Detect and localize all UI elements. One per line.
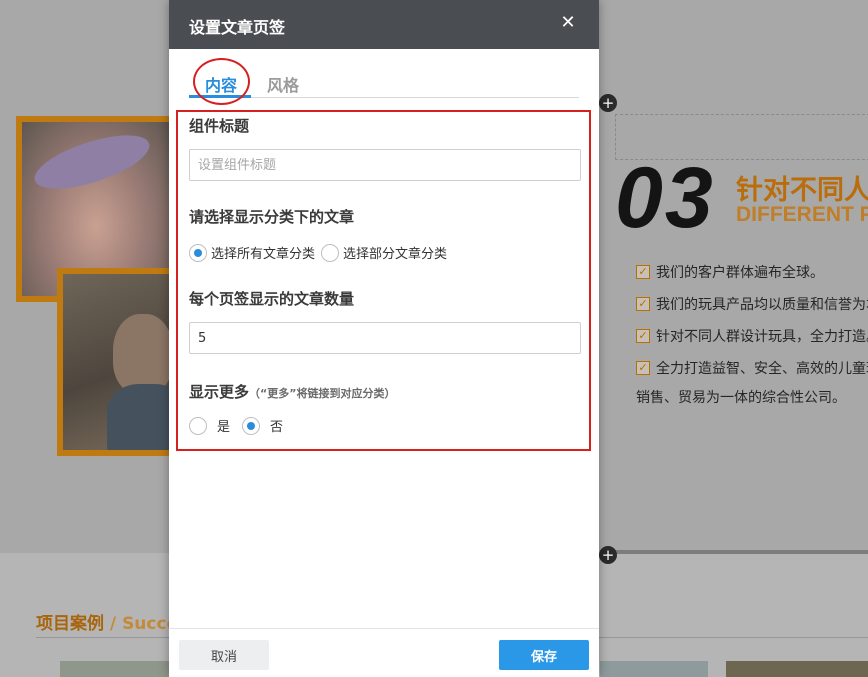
- dialog-header: 设置文章页签 ✕: [169, 0, 599, 49]
- child-photo: [57, 268, 183, 456]
- case-thumbnail[interactable]: [60, 661, 170, 677]
- show-more-radio-group: 是 否: [189, 416, 289, 435]
- dialog-title: 设置文章页签: [189, 18, 286, 37]
- dialog-tabs: 内容 风格: [189, 66, 579, 98]
- section-subhead: DIFFERENT PEOPLE: [736, 203, 868, 226]
- feature-list: ✓我们的客户群体遍布全球。 ✓我们的玩具产品均以质量和信誉为本。 ✓针对不同人群…: [636, 256, 868, 384]
- category-label: 请选择显示分类下的文章: [189, 208, 355, 226]
- cancel-button[interactable]: 取消: [179, 640, 269, 670]
- radio-partial-categories[interactable]: 选择部分文章分类: [321, 243, 447, 262]
- case-thumbnail[interactable]: [726, 661, 868, 677]
- radio-unchecked-icon[interactable]: [189, 416, 207, 435]
- section-number: 03: [615, 150, 715, 246]
- case-thumbnail[interactable]: [600, 661, 708, 677]
- list-item: ✓ 针对不同人群设计玩具，全力打造。: [636, 320, 868, 352]
- save-button[interactable]: 保存: [499, 640, 589, 670]
- add-module-icon[interactable]: +: [599, 546, 617, 564]
- component-title-label: 组件标题: [189, 117, 250, 135]
- list-item: ✓我们的玩具产品均以质量和信誉为本。: [636, 288, 868, 320]
- feature-tail-text: 销售、贸易为一体的综合性公司。: [636, 390, 846, 406]
- section-divider: [600, 550, 868, 554]
- radio-show-more-no[interactable]: 否: [242, 416, 283, 435]
- checkbox-icon: ✓: [636, 361, 650, 375]
- list-item: ✓ 我们的客户群体遍布全球。: [636, 256, 868, 288]
- radio-checked-icon[interactable]: [242, 416, 261, 435]
- active-tab-indicator: [189, 95, 251, 98]
- radio-checked-icon[interactable]: [189, 243, 207, 262]
- checkbox-icon: ✓: [636, 329, 650, 343]
- component-title-input[interactable]: [189, 149, 581, 181]
- checkbox-icon: ✓: [636, 265, 650, 279]
- show-more-label: 显示更多（“更多”将链接到对应分类）: [189, 383, 396, 401]
- list-item: ✓全力打造益智、安全、高效的儿童玩具。: [636, 352, 868, 384]
- show-more-hint: （“更多”将链接到对应分类）: [249, 387, 396, 400]
- category-radio-group: 选择所有文章分类 选择部分文章分类: [189, 243, 453, 262]
- radio-unchecked-icon[interactable]: [321, 243, 340, 262]
- checkbox-icon: ✓: [636, 297, 650, 311]
- article-tab-settings-dialog: 设置文章页签 ✕ 内容 风格 组件标题 请选择显示分类下的文章 选择所有文章分类…: [169, 0, 599, 677]
- close-icon[interactable]: ✕: [557, 12, 579, 34]
- tab-style[interactable]: 风格: [267, 72, 299, 96]
- section-headline: 针对不同人群: [736, 175, 868, 206]
- dialog-footer: 取消 保存: [169, 628, 599, 677]
- article-count-input[interactable]: [189, 322, 581, 354]
- article-count-label: 每个页签显示的文章数量: [189, 290, 355, 308]
- radio-all-categories[interactable]: 选择所有文章分类: [189, 243, 315, 262]
- tab-content[interactable]: 内容: [205, 72, 237, 96]
- radio-show-more-yes[interactable]: 是: [189, 416, 230, 435]
- add-module-icon[interactable]: +: [599, 94, 617, 112]
